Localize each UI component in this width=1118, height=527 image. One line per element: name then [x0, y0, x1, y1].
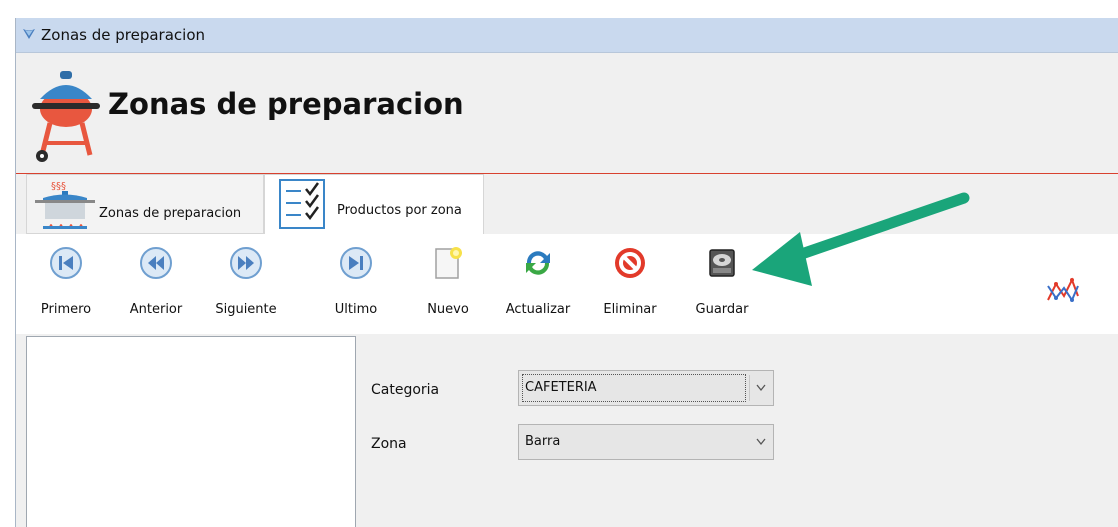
categoria-value: CAFETERIA [525, 380, 597, 395]
last-label: Ultimo [334, 302, 378, 317]
chevron-down-icon [756, 438, 766, 446]
select-divider [749, 375, 750, 401]
new-label: Nuevo [427, 302, 469, 317]
refresh-icon [526, 251, 550, 275]
app-icon [23, 29, 35, 39]
barbecue-grill-icon [32, 71, 100, 162]
new-document-icon [435, 247, 462, 279]
next-button[interactable]: Siguiente [206, 246, 286, 326]
zona-value: Barra [525, 434, 561, 449]
chevron-down-icon [756, 384, 766, 392]
page-title: Zonas de preparacion [108, 87, 464, 121]
categoria-label: Categoria [371, 382, 440, 398]
delete-button[interactable]: Eliminar [590, 246, 670, 326]
tab-productos-por-zona[interactable]: Productos por zona [264, 174, 484, 236]
refresh-button[interactable]: Actualizar [498, 246, 578, 326]
save-label: Guardar [695, 302, 749, 317]
zona-select[interactable]: Barra [518, 424, 774, 460]
first-button[interactable]: Primero [26, 246, 106, 326]
refresh-label: Actualizar [505, 302, 571, 317]
last-button[interactable]: Ultimo [316, 246, 396, 326]
window-title: Zonas de preparacion [41, 26, 206, 44]
categoria-select[interactable]: CAFETERIA [518, 370, 774, 406]
title-bar: Zonas de preparacion [16, 18, 1118, 53]
save-disk-icon [709, 249, 735, 277]
line-chart-icon[interactable] [1046, 276, 1080, 306]
previous-label: Anterior [129, 302, 183, 317]
tab-label: Zonas de preparacion [99, 206, 242, 221]
tab-strip: §§§ Zonas de preparacion Productos por z [16, 174, 1118, 236]
products-list[interactable] [26, 336, 356, 527]
previous-record-icon [140, 247, 172, 279]
app-window: Zonas de preparacion Zonas de preparacio… [15, 18, 1118, 527]
tab-label: Productos por zona [337, 203, 462, 218]
zona-label: Zona [371, 436, 407, 452]
toolbar: Primero Anterior Siguiente Ultimo Nuevo … [16, 234, 1118, 334]
page-header: Zonas de preparacion [16, 53, 1118, 174]
content-area: Categoria CAFETERIA Zona Barra [16, 334, 1118, 527]
next-label: Siguiente [215, 302, 277, 317]
first-record-icon [50, 247, 82, 279]
tab-zonas-de-preparacion[interactable]: §§§ Zonas de preparacion [26, 174, 264, 234]
new-button[interactable]: Nuevo [408, 246, 488, 326]
checklist-icon [279, 179, 325, 229]
first-label: Primero [40, 302, 92, 317]
svg-text:§§§: §§§ [51, 181, 66, 192]
next-record-icon [230, 247, 262, 279]
delete-icon [615, 248, 645, 278]
delete-label: Eliminar [603, 302, 657, 317]
cooking-pot-icon: §§§ [35, 181, 95, 229]
previous-button[interactable]: Anterior [116, 246, 196, 326]
save-button[interactable]: Guardar [682, 246, 762, 326]
last-record-icon [340, 247, 372, 279]
